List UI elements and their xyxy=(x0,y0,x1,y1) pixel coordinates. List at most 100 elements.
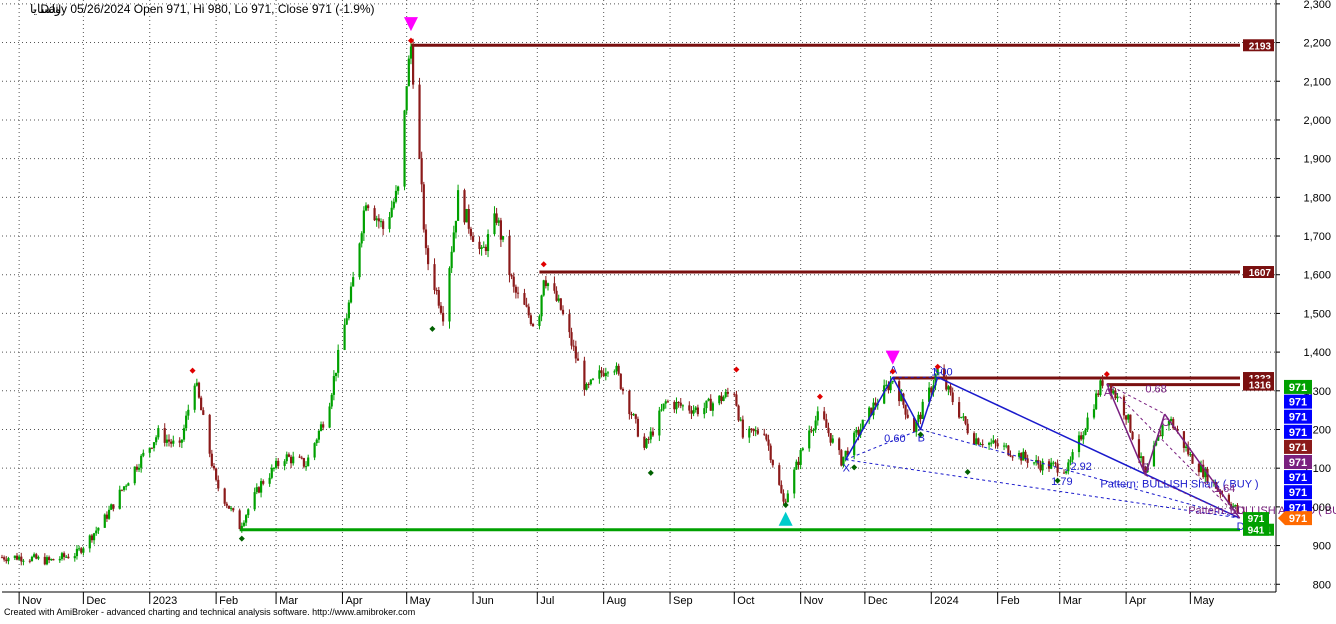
candle-body xyxy=(148,447,151,453)
pattern-ratio-label: 1.64 xyxy=(1214,483,1235,495)
resistance-tag-label: 1607 xyxy=(1249,268,1272,279)
candle-body xyxy=(133,466,136,484)
candle-body xyxy=(750,428,753,430)
candle-body xyxy=(664,401,667,404)
candle-body xyxy=(452,232,455,252)
candle-body xyxy=(769,445,772,461)
candle-body xyxy=(829,433,832,443)
candle-body xyxy=(435,290,438,292)
candle-body xyxy=(855,429,858,433)
candle-body xyxy=(330,394,333,407)
candle-body xyxy=(1005,445,1008,447)
candle-body xyxy=(501,236,505,240)
candle-body xyxy=(157,428,160,438)
candle-body xyxy=(107,509,111,519)
candle-body xyxy=(1125,415,1128,420)
candle-body xyxy=(80,548,83,553)
candle-body xyxy=(1054,462,1057,464)
candle-body xyxy=(272,467,276,469)
y-tick-label: 2,100 xyxy=(1303,76,1331,88)
candle-body xyxy=(197,382,201,398)
candle-body xyxy=(217,479,220,489)
candle-body xyxy=(737,405,740,421)
candle-body xyxy=(244,515,248,523)
candle-body xyxy=(1002,445,1006,447)
resistance-tag-label: 1316 xyxy=(1249,381,1272,392)
candle-body xyxy=(379,221,383,223)
x-tick-label: Mar xyxy=(1063,595,1082,607)
x-tick-label: Sep xyxy=(673,595,693,607)
pattern-ratio-label: 0.60 xyxy=(884,433,905,445)
candle-body xyxy=(377,218,380,222)
candle-body xyxy=(332,376,335,395)
candle-body xyxy=(1189,454,1192,456)
pattern-point-label: C xyxy=(1162,417,1170,429)
candle-body xyxy=(210,453,213,466)
candle-body xyxy=(247,509,250,516)
candle-body xyxy=(538,316,541,326)
candle-body xyxy=(230,508,233,510)
candle-body xyxy=(165,439,168,443)
candle-body xyxy=(619,373,622,389)
candle-body xyxy=(403,110,406,187)
candle-body xyxy=(765,434,768,440)
candle-body xyxy=(1082,435,1085,440)
candle-body xyxy=(1129,414,1132,432)
candle-body xyxy=(227,505,231,509)
candle-body xyxy=(373,208,376,221)
candle-body xyxy=(302,458,306,467)
pattern-ratio-label: 1.00 xyxy=(931,366,952,378)
candle-body xyxy=(110,504,113,510)
candle-body xyxy=(35,554,38,559)
candle-body xyxy=(240,525,243,530)
candle-body xyxy=(1056,463,1059,473)
candle-body xyxy=(185,415,188,429)
candle-body xyxy=(155,437,158,443)
chart-header: ولسايا - Daily 05/26/2024 Open 971, Hi 9… xyxy=(30,2,375,17)
candle-body xyxy=(591,378,595,380)
candle-body xyxy=(349,286,353,303)
candle-body xyxy=(546,283,550,287)
candle-body xyxy=(388,216,391,229)
candle-body xyxy=(763,433,766,435)
candle-body xyxy=(1114,390,1117,399)
chart-background xyxy=(0,0,1336,619)
candle-body xyxy=(73,556,76,559)
candle-body xyxy=(122,486,126,490)
chart-canvas[interactable]: XABCD0.601.002.921.79Pattern: BULLISH Sh… xyxy=(0,0,1336,619)
candle-body xyxy=(343,324,346,350)
candle-body xyxy=(195,382,198,386)
candle-body xyxy=(816,411,819,421)
candle-body xyxy=(3,557,6,560)
candle-body xyxy=(180,439,183,443)
price-tag-label: 971 xyxy=(1289,397,1307,409)
candle-body xyxy=(645,438,648,448)
candle-body xyxy=(1092,409,1096,418)
candle-body xyxy=(1011,456,1014,458)
candle-body xyxy=(844,450,847,457)
candle-body xyxy=(28,560,31,562)
x-tick-label: Dec xyxy=(86,595,106,607)
candle-body xyxy=(18,556,21,560)
candle-body xyxy=(150,447,153,449)
candle-body xyxy=(990,442,993,444)
price-tag-label: 971 xyxy=(1289,442,1307,454)
x-tick-label: Aug xyxy=(607,595,627,607)
candle-body xyxy=(182,428,186,440)
candle-body xyxy=(574,346,577,359)
candle-body xyxy=(418,84,421,159)
y-tick-label: 2,300 xyxy=(1303,0,1331,11)
candle-body xyxy=(823,411,826,420)
candle-body xyxy=(337,349,340,373)
price-tag-label: 971 xyxy=(1289,427,1307,439)
candle-body xyxy=(810,430,813,432)
candle-body xyxy=(422,184,425,230)
candle-body xyxy=(20,556,23,562)
candle-body xyxy=(615,365,618,372)
candle-body xyxy=(77,548,81,550)
candle-body xyxy=(212,465,216,469)
candle-body xyxy=(733,393,736,395)
candle-body xyxy=(1184,446,1188,448)
candle-body xyxy=(152,442,156,449)
price-chart[interactable]: XABCD0.601.002.921.79Pattern: BULLISH Sh… xyxy=(0,0,1336,619)
